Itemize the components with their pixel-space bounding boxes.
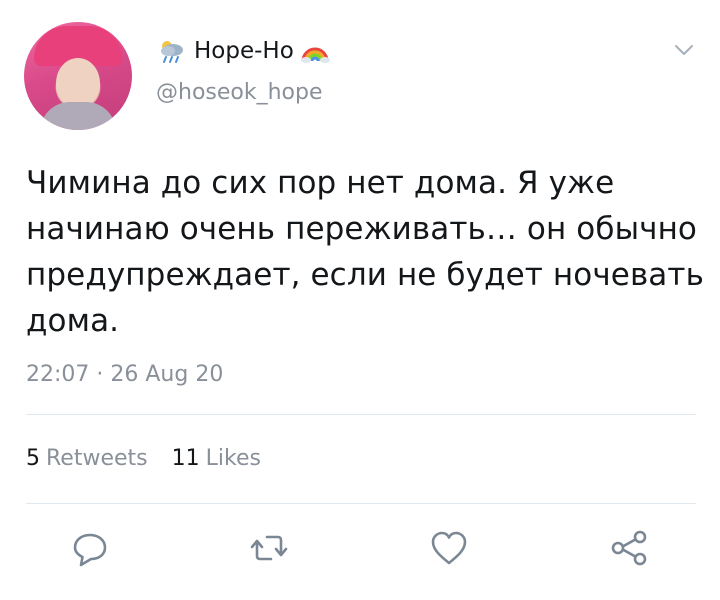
like-icon xyxy=(431,531,467,565)
reply-icon xyxy=(73,533,107,567)
user-handle[interactable]: @hoseok_hope xyxy=(156,80,323,105)
author-name-row[interactable]: Hope-Ho xyxy=(156,36,330,66)
share-icon xyxy=(611,530,647,566)
tweet-timestamp[interactable]: 22:07 · 26 Aug 20 xyxy=(26,362,223,387)
share-button[interactable] xyxy=(609,528,649,568)
like-button[interactable] xyxy=(429,528,469,568)
retweets-label: Retweets xyxy=(46,446,148,471)
engagement-stats: 5 Retweets 11 Likes xyxy=(26,446,261,471)
avatar-shirt xyxy=(40,102,116,130)
likes-stat[interactable]: 11 Likes xyxy=(172,446,261,471)
avatar-face xyxy=(56,58,100,108)
reply-button[interactable] xyxy=(70,528,110,568)
likes-count: 11 xyxy=(171,446,200,471)
retweet-button[interactable] xyxy=(249,528,289,568)
avatar[interactable] xyxy=(24,22,132,130)
rainbow-icon xyxy=(300,47,330,63)
retweets-stat[interactable]: 5 Retweets xyxy=(26,446,148,471)
tweet-card: Hope-Ho @hoseok_hope Чимина до сих пор н… xyxy=(0,0,720,600)
chevron-down-icon[interactable] xyxy=(673,42,695,58)
retweet-icon xyxy=(250,535,288,561)
divider xyxy=(26,503,696,504)
tweet-text: Чимина до сих пор нет дома. Я уже начина… xyxy=(26,165,704,339)
divider xyxy=(26,414,696,415)
weather-rain-cloud-icon xyxy=(161,41,183,63)
display-name[interactable]: Hope-Ho xyxy=(194,38,294,64)
retweets-count: 5 xyxy=(26,446,40,471)
likes-label: Likes xyxy=(205,446,261,471)
